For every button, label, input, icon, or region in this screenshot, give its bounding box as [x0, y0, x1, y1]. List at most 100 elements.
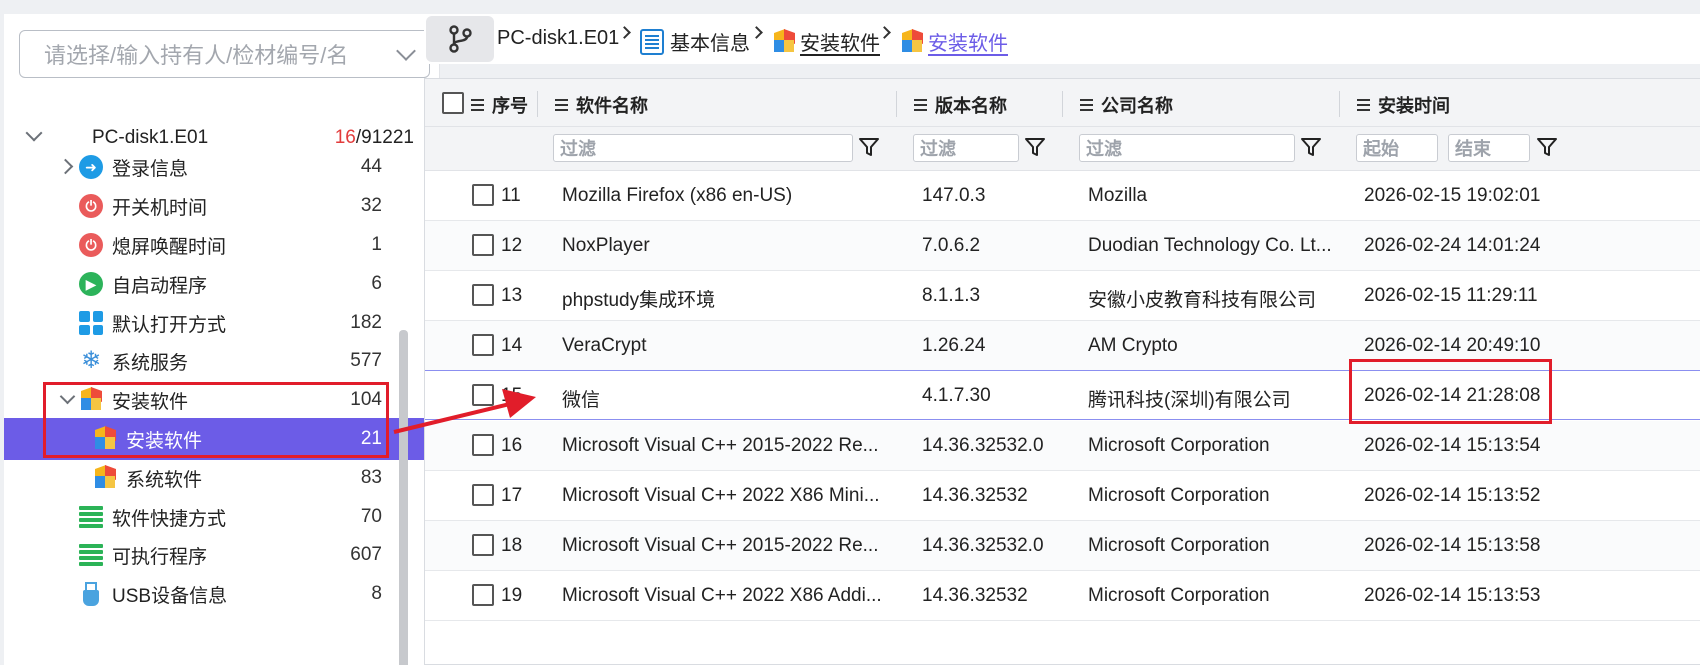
list-icon	[79, 543, 103, 567]
filter-funnel-icon[interactable]	[1024, 136, 1046, 158]
annotation-highlight-box	[1349, 359, 1552, 424]
tree-item-screen-wake[interactable]: ⏻ 熄屏唤醒时间 1	[4, 224, 424, 266]
tree-item-label: USB设备信息	[112, 585, 228, 607]
branch-button[interactable]	[426, 16, 494, 62]
cell-name: Mozilla Firefox (x86 en-US)	[562, 185, 793, 206]
tree-item-label: 系统服务	[112, 352, 189, 374]
chevron-right-icon	[618, 26, 631, 39]
git-branch-icon	[449, 25, 472, 53]
tree-item-usb-devices[interactable]: USB设备信息 8	[4, 573, 424, 615]
tree-item-power-time[interactable]: ⏻ 开关机时间 32	[4, 185, 424, 227]
column-divider[interactable]	[1339, 91, 1340, 117]
cell-company: Microsoft Corporation	[1088, 435, 1270, 456]
col-header-time[interactable]: 安装时间	[1357, 92, 1450, 118]
cell-company: Microsoft Corporation	[1088, 535, 1270, 556]
table-row[interactable]: 16 Microsoft Visual C++ 2015-2022 Re... …	[425, 421, 1700, 471]
apps-grid-icon	[79, 311, 103, 335]
evidence-filter-select[interactable]: 请选择/输入持有人/检材编号/名	[19, 30, 430, 78]
filter-row: 过滤 过滤 过滤 起始 结束	[425, 127, 1700, 171]
tree-item-label: 开关机时间	[112, 197, 208, 219]
cell-name: Microsoft Visual C++ 2022 X86 Mini...	[562, 485, 880, 506]
filter-funnel-icon[interactable]	[1300, 136, 1322, 158]
time-start-input[interactable]: 起始	[1356, 134, 1438, 162]
breadcrumb-root[interactable]: PC-disk1.E01	[497, 27, 619, 50]
tree-item-label: 熄屏唤醒时间	[112, 236, 227, 258]
col-header-name[interactable]: 软件名称	[555, 92, 648, 118]
cell-company: Duodian Technology Co. Lt...	[1088, 235, 1332, 256]
play-icon: ▶	[79, 272, 103, 296]
table-row[interactable]: 19 Microsoft Visual C++ 2022 X86 Addi...…	[425, 571, 1700, 621]
cell-seq: 11	[501, 185, 521, 206]
filter-funnel-icon[interactable]	[858, 136, 880, 158]
table-row[interactable]: 13 phpstudy集成环境 8.1.1.3 安徽小皮教育科技有限公司 202…	[425, 271, 1700, 321]
cell-time: 2026-02-15 19:02:01	[1364, 185, 1541, 206]
tree-item-executables[interactable]: 可执行程序 607	[4, 534, 424, 576]
package-cube-icon	[772, 28, 796, 54]
expand-arrow-icon[interactable]	[57, 158, 74, 175]
cell-time: 2026-02-24 14:01:24	[1364, 235, 1541, 256]
tree-item-count: 32	[360, 195, 382, 216]
time-end-input[interactable]: 结束	[1448, 134, 1530, 162]
list-icon	[1357, 99, 1370, 111]
breadcrumb-basic-info[interactable]: 基本信息	[640, 27, 750, 56]
cell-seq: 19	[501, 585, 523, 606]
table-row[interactable]: 18 Microsoft Visual C++ 2015-2022 Re... …	[425, 521, 1700, 571]
chevron-down-icon[interactable]	[396, 41, 416, 61]
cell-name: Microsoft Visual C++ 2015-2022 Re...	[562, 435, 879, 456]
tree-item-count: 44	[360, 156, 382, 177]
company-filter-input[interactable]: 过滤	[1079, 134, 1295, 162]
tree-item-system-services[interactable]: ❄ 系统服务 577	[4, 340, 424, 382]
breadcrumb-label: 安装软件	[800, 33, 880, 55]
collapse-arrow-icon[interactable]	[25, 124, 43, 142]
usb-icon	[79, 582, 103, 606]
row-checkbox[interactable]	[472, 284, 494, 306]
tree-item-system-software[interactable]: 系统软件 83	[4, 457, 424, 499]
cell-name: Microsoft Visual C++ 2022 X86 Addi...	[562, 585, 882, 606]
breadcrumb-current[interactable]: 安装软件	[900, 27, 1008, 56]
table-row[interactable]: 11 Mozilla Firefox (x86 en-US) 147.0.3 M…	[425, 171, 1700, 221]
filter-placeholder: 请选择/输入持有人/检材编号/名	[44, 43, 349, 68]
tree-item-autostart[interactable]: ▶ 自启动程序 6	[4, 263, 424, 305]
cell-seq: 14	[501, 335, 523, 356]
chevron-right-icon	[750, 26, 763, 39]
version-filter-input[interactable]: 过滤	[913, 134, 1019, 162]
cell-version: 147.0.3	[922, 185, 986, 206]
tree-item-count: 8	[371, 583, 382, 604]
column-divider[interactable]	[537, 91, 538, 117]
row-checkbox[interactable]	[472, 334, 494, 356]
col-header-seq[interactable]: 序号	[471, 92, 528, 118]
column-divider[interactable]	[1062, 91, 1063, 117]
tree-item-login-info[interactable]: ➜ 登录信息 44	[4, 146, 424, 188]
tree-item-count: 182	[350, 312, 382, 333]
tree-item-shortcuts[interactable]: 软件快捷方式 70	[4, 496, 424, 538]
row-checkbox[interactable]	[472, 584, 494, 606]
cell-time: 2026-02-14 15:13:52	[1364, 485, 1541, 506]
cell-seq: 17	[501, 485, 523, 506]
cell-version: 14.36.32532	[922, 485, 1028, 506]
select-all-checkbox[interactable]	[442, 92, 464, 114]
login-icon: ➜	[79, 155, 103, 179]
row-checkbox[interactable]	[472, 484, 494, 506]
tree-item-label: 可执行程序	[112, 546, 208, 568]
cell-seq: 18	[501, 535, 523, 556]
breadcrumb-installed-software[interactable]: 安装软件	[772, 27, 880, 56]
row-checkbox[interactable]	[472, 234, 494, 256]
col-header-company[interactable]: 公司名称	[1080, 92, 1173, 118]
row-checkbox[interactable]	[472, 184, 494, 206]
table-row[interactable]: 12 NoxPlayer 7.0.6.2 Duodian Technology …	[425, 221, 1700, 271]
table-header: 序号 软件名称 版本名称 公司名称 安装时间	[425, 79, 1700, 127]
package-cube-icon	[93, 464, 117, 490]
tree-item-default-open[interactable]: 默认打开方式 182	[4, 302, 424, 344]
cell-name: 微信	[562, 390, 601, 411]
cell-time: 2026-02-14 15:13:58	[1364, 535, 1541, 556]
breadcrumb-bar: PC-disk1.E01 基本信息 安装软件 安装软件	[424, 14, 1700, 64]
filter-funnel-icon[interactable]	[1536, 136, 1558, 158]
annotation-arrow-icon	[393, 389, 536, 434]
name-filter-input[interactable]: 过滤	[553, 134, 853, 162]
row-checkbox[interactable]	[472, 534, 494, 556]
power-icon: ⏻	[79, 233, 103, 257]
cell-name: Microsoft Visual C++ 2015-2022 Re...	[562, 535, 879, 556]
col-header-version[interactable]: 版本名称	[914, 92, 1007, 118]
column-divider[interactable]	[896, 91, 897, 117]
table-row[interactable]: 17 Microsoft Visual C++ 2022 X86 Mini...…	[425, 471, 1700, 521]
